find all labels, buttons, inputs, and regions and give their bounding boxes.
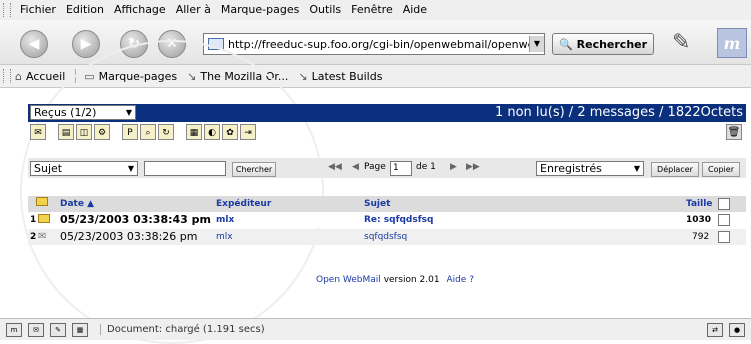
move-button[interactable]: Déplacer bbox=[651, 162, 699, 177]
subject-column-header[interactable]: Sujet bbox=[364, 196, 390, 212]
search-messages-icon[interactable]: ⌕ bbox=[140, 124, 156, 140]
search-icon: 🔍 bbox=[558, 37, 573, 51]
menu-marque-pages[interactable]: Marque-pages bbox=[216, 0, 304, 20]
table-row[interactable]: 2 ✉ 05/23/2003 03:38:26 pm mlx sqfqdsfsq… bbox=[28, 229, 746, 245]
message-date: 05/23/2003 03:38:43 pm bbox=[60, 213, 211, 226]
status-text: Document: chargé (1.191 secs) bbox=[100, 324, 265, 335]
search-messages-button[interactable]: Chercher bbox=[232, 162, 276, 177]
logout-icon[interactable]: ⇥ bbox=[240, 124, 256, 140]
preferences-icon[interactable]: ✿ bbox=[222, 124, 238, 140]
version-text: version 2.01 bbox=[383, 275, 440, 285]
message-from[interactable]: mlx bbox=[216, 229, 233, 245]
mail-icon[interactable]: ✉ bbox=[28, 322, 44, 337]
footer: Open WebMail version 2.01 Aide ? bbox=[316, 275, 474, 285]
page-input[interactable]: 1 bbox=[390, 161, 412, 176]
folder-select[interactable]: Reçus (1/2) ▼ bbox=[30, 105, 136, 120]
bookmark-icon: ↘ bbox=[298, 69, 308, 83]
page-total: de 1 bbox=[416, 162, 436, 172]
navigator-icon[interactable]: m bbox=[6, 322, 22, 337]
message-date: 05/23/2003 03:38:26 pm bbox=[60, 230, 198, 243]
composer-icon[interactable]: ✎ bbox=[50, 322, 66, 337]
message-size: 792 bbox=[692, 232, 710, 242]
message-list-header: Date ▲ Expéditeur Sujet Taille bbox=[28, 196, 746, 212]
date-column-header[interactable]: Date ▲ bbox=[60, 196, 94, 212]
folders-icon[interactable]: ▤ bbox=[58, 124, 74, 140]
message-checkbox[interactable] bbox=[718, 214, 730, 226]
menu-bar: Fichier Edition Affichage Aller à Marque… bbox=[0, 0, 751, 21]
online-status-icon[interactable]: ⇄ bbox=[707, 323, 723, 337]
page-label: Page bbox=[364, 162, 386, 172]
bookmark-label: Accueil bbox=[25, 69, 66, 83]
bookmark-label: Latest Builds bbox=[311, 69, 383, 83]
search-field-value: Sujet bbox=[34, 162, 63, 175]
home-icon: ⌂ bbox=[15, 69, 22, 83]
background-globe-watermark bbox=[20, 40, 324, 344]
last-page-icon[interactable]: ▶▶ bbox=[466, 162, 480, 172]
address-bar[interactable]: http://freeduc-sup.foo.org/cgi-bin/openw… bbox=[203, 33, 545, 55]
message-subject[interactable]: sqfqdsfsq bbox=[364, 229, 407, 245]
chevron-down-icon: ▼ bbox=[633, 164, 641, 173]
next-page-icon[interactable]: ▶ bbox=[450, 162, 457, 172]
bookmark-accueil[interactable]: ⌂ Accueil bbox=[15, 70, 65, 83]
menu-aide[interactable]: Aide bbox=[398, 0, 432, 20]
menu-fichier[interactable]: Fichier bbox=[15, 0, 61, 20]
message-checkbox[interactable] bbox=[718, 231, 730, 243]
message-size: 1030 bbox=[686, 215, 712, 225]
back-icon[interactable]: ◀ bbox=[20, 30, 48, 58]
destination-folder-select[interactable]: Enregistrés ▼ bbox=[536, 161, 644, 176]
message-number: 2 bbox=[30, 232, 37, 242]
webdisk-icon[interactable]: ◐ bbox=[204, 124, 220, 140]
refresh-icon[interactable]: ↻ bbox=[158, 124, 174, 140]
webmail-toolbar: ✉ ▤ ◫ ⚙ P ⌕ ↻ ▦ ◐ ✿ ⇥ bbox=[30, 124, 258, 142]
message-from[interactable]: mlx bbox=[216, 212, 234, 228]
status-column-icon[interactable] bbox=[36, 196, 48, 212]
select-all-checkbox[interactable] bbox=[718, 198, 730, 210]
unread-envelope-icon bbox=[38, 212, 50, 228]
status-right: ⇄ ● bbox=[701, 323, 745, 337]
addressbook-icon[interactable]: ◫ bbox=[76, 124, 92, 140]
pop3-icon[interactable]: P bbox=[122, 124, 138, 140]
search-button[interactable]: 🔍 Rechercher bbox=[552, 33, 654, 55]
trash-icon[interactable]: 🗑 bbox=[726, 124, 742, 140]
first-page-icon[interactable]: ◀◀ bbox=[328, 162, 342, 172]
menu-outils[interactable]: Outils bbox=[304, 0, 346, 20]
table-row[interactable]: 1 05/23/2003 03:38:43 pm mlx Re: sqfqdsf… bbox=[28, 212, 746, 228]
url-text[interactable]: http://freeduc-sup.foo.org/cgi-bin/openw… bbox=[228, 38, 529, 51]
help-link[interactable]: Aide ? bbox=[446, 275, 474, 285]
size-column-header[interactable]: Taille bbox=[686, 196, 712, 212]
read-envelope-icon: ✉ bbox=[38, 231, 47, 242]
security-icon[interactable]: ● bbox=[729, 323, 745, 337]
bookmark-latest-builds[interactable]: ↘ Latest Builds bbox=[298, 70, 382, 83]
menu-edition[interactable]: Edition bbox=[61, 0, 109, 20]
chevron-down-icon: ▼ bbox=[127, 164, 135, 173]
message-count: 1 non lu(s) / 2 messages / 1822Octets bbox=[494, 105, 743, 120]
compose-icon[interactable]: ✉ bbox=[30, 124, 46, 140]
message-number: 1 bbox=[30, 215, 37, 225]
menu-aller[interactable]: Aller à bbox=[171, 0, 216, 20]
openwebmail-link[interactable]: Open WebMail bbox=[316, 275, 381, 285]
folder-select-value: Reçus (1/2) bbox=[34, 106, 97, 119]
from-column-header[interactable]: Expéditeur bbox=[216, 196, 271, 212]
menubar-grip[interactable] bbox=[3, 3, 11, 17]
search-button-label: Rechercher bbox=[576, 37, 648, 51]
url-dropdown-icon[interactable]: ▼ bbox=[529, 36, 544, 52]
menu-affichage[interactable]: Affichage bbox=[109, 0, 171, 20]
forward-icon[interactable]: ▶ bbox=[72, 30, 100, 58]
calendar-icon[interactable]: ▦ bbox=[186, 124, 202, 140]
copy-button[interactable]: Copier bbox=[702, 162, 740, 177]
chevron-down-icon: ▼ bbox=[125, 108, 133, 117]
mozilla-throbber-icon[interactable]: m bbox=[717, 28, 747, 58]
status-bar: m ✉ ✎ ▦ Document: chargé (1.191 secs) ⇄ … bbox=[0, 318, 751, 340]
menu-fenetre[interactable]: Fenêtre bbox=[346, 0, 398, 20]
search-field-select[interactable]: Sujet ▼ bbox=[30, 161, 138, 176]
addressbook-status-icon[interactable]: ▦ bbox=[72, 322, 88, 337]
message-subject[interactable]: Re: sqfqdsfsq bbox=[364, 212, 433, 228]
destination-folder-value: Enregistrés bbox=[540, 162, 602, 175]
bookmarks-grip[interactable] bbox=[3, 69, 11, 83]
filter-icon[interactable]: ⚙ bbox=[94, 124, 110, 140]
prev-page-icon[interactable]: ◀ bbox=[352, 162, 359, 172]
search-input[interactable] bbox=[144, 161, 226, 176]
print-icon[interactable]: ✎ bbox=[672, 30, 690, 55]
